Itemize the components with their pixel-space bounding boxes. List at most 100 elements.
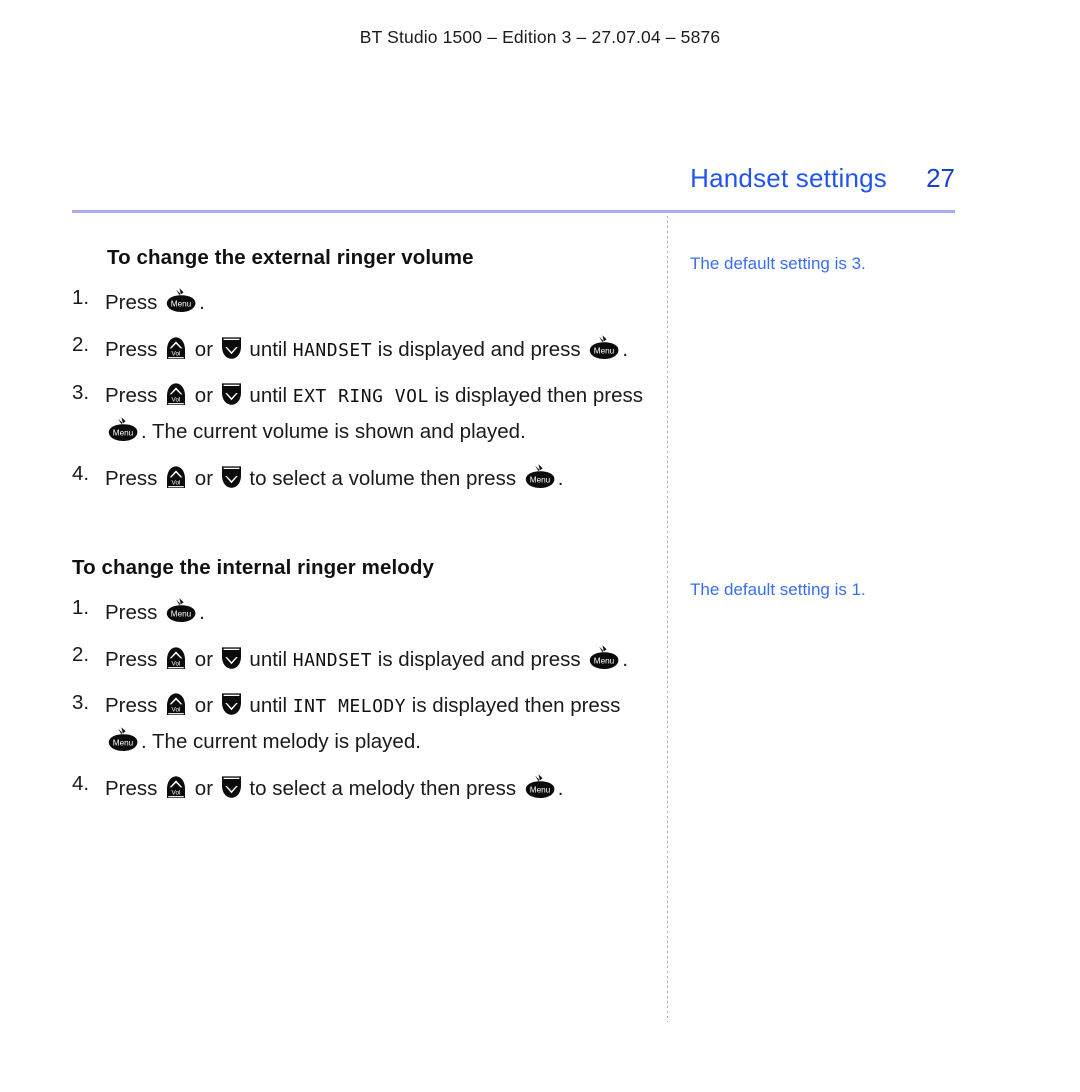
page-title: Handset settings xyxy=(690,163,887,193)
menu-key-icon[interactable]: Menu xyxy=(587,334,621,360)
step-number: 2. xyxy=(72,333,90,356)
svg-text:Vol: Vol xyxy=(172,397,181,404)
svg-text:Menu: Menu xyxy=(530,476,551,485)
svg-text:Menu: Menu xyxy=(171,610,192,619)
title-horizontal-rule xyxy=(72,210,955,213)
step-item: 3. Press Vol or until INT MELODY is displ… xyxy=(72,688,652,757)
step-number: 2. xyxy=(72,643,90,666)
step-text: to select a melody then press xyxy=(243,777,522,800)
step-number: 4. xyxy=(72,772,90,795)
svg-text:Menu: Menu xyxy=(171,300,192,309)
running-header: BT Studio 1500 – Edition 3 – 27.07.04 – … xyxy=(359,27,721,47)
step-text: or xyxy=(189,384,219,407)
step-text: Press xyxy=(105,291,164,314)
lcd-display-text: HANDSET xyxy=(292,650,373,671)
step-item: 1. Press Menu. xyxy=(72,593,652,628)
step-text: or xyxy=(189,467,219,490)
step-item: 1. Press Menu. xyxy=(72,283,652,318)
step-text: is displayed and press xyxy=(372,338,587,361)
volume-down-key-icon[interactable] xyxy=(220,336,243,360)
step-item: 3. Press Vol or until EXT RING VOL is dis… xyxy=(72,378,652,447)
step-text: . xyxy=(199,601,205,624)
menu-key-icon[interactable]: Menu xyxy=(164,597,198,623)
step-text: is displayed then press xyxy=(406,694,621,717)
step-text: . The current volume is shown and played… xyxy=(141,420,526,443)
margin-note: The default setting is 3. xyxy=(690,254,866,273)
menu-key-icon[interactable]: Menu xyxy=(164,287,198,313)
step-text: until xyxy=(243,384,293,407)
svg-text:Vol: Vol xyxy=(172,661,181,668)
step-item: 2. Press Vol or until HANDSET is displaye… xyxy=(72,330,652,366)
lcd-display-text: EXT RING VOL xyxy=(292,386,429,407)
step-text: Press xyxy=(105,648,164,671)
step-text: . The current melody is played. xyxy=(141,730,421,753)
step-text: . xyxy=(557,777,564,800)
section: To change the external ringer volume 1. Pr… xyxy=(72,246,652,494)
section-heading: To change the external ringer volume xyxy=(107,246,474,269)
lcd-display-text: HANDSET xyxy=(292,340,373,361)
menu-key-icon[interactable]: Menu xyxy=(106,726,140,752)
step-number: 4. xyxy=(72,462,90,485)
step-text: . xyxy=(622,648,629,671)
step-number: 3. xyxy=(72,381,90,404)
volume-down-key-icon[interactable] xyxy=(220,775,243,799)
svg-text:Menu: Menu xyxy=(594,657,615,666)
menu-key-icon[interactable]: Menu xyxy=(106,416,140,442)
svg-text:Menu: Menu xyxy=(113,739,134,748)
svg-text:Menu: Menu xyxy=(594,347,615,356)
margin-note: The default setting is 1. xyxy=(690,580,866,599)
svg-text:Menu: Menu xyxy=(530,786,551,795)
volume-up-key-icon[interactable]: Vol xyxy=(164,692,188,716)
step-text: . xyxy=(622,338,629,361)
step-number: 3. xyxy=(72,691,90,714)
menu-key-icon[interactable]: Menu xyxy=(587,644,621,670)
volume-down-key-icon[interactable] xyxy=(220,465,243,489)
step-text: or xyxy=(189,694,219,717)
section-heading: To change the internal ringer melody xyxy=(72,556,435,579)
step-text: is displayed and press xyxy=(372,648,587,671)
step-text: or xyxy=(189,777,219,800)
step-text: or xyxy=(189,648,219,671)
step-text: to select a volume then press xyxy=(243,467,522,490)
step-text: Press xyxy=(105,467,164,490)
page-number: 27 xyxy=(926,163,955,193)
step-text: until xyxy=(243,648,293,671)
step-text: Press xyxy=(105,384,164,407)
volume-down-key-icon[interactable] xyxy=(220,692,243,716)
step-number: 1. xyxy=(72,286,90,309)
step-text: until xyxy=(243,694,293,717)
svg-text:Vol: Vol xyxy=(172,707,181,714)
step-text: until xyxy=(243,338,293,361)
volume-up-key-icon[interactable]: Vol xyxy=(164,646,188,670)
step-list: 1. Press Menu. 2. Press Vol or until HANDSE… xyxy=(72,283,652,494)
page-title-row: Handset settings 27 xyxy=(72,163,955,194)
svg-text:Vol: Vol xyxy=(172,480,181,487)
svg-text:Vol: Vol xyxy=(172,351,181,358)
volume-up-key-icon[interactable]: Vol xyxy=(164,382,188,406)
step-item: 4. Press Vol or to select a melody then p… xyxy=(72,769,652,804)
step-list: 1. Press Menu. 2. Press Vol or until HANDSE… xyxy=(72,593,652,804)
volume-up-key-icon[interactable]: Vol xyxy=(164,775,188,799)
step-text: Press xyxy=(105,338,164,361)
step-text: Press xyxy=(105,777,164,800)
section: To change the internal ringer melody 1. Pr… xyxy=(72,556,652,804)
column-dotted-divider xyxy=(667,216,668,1022)
volume-down-key-icon[interactable] xyxy=(220,382,243,406)
step-text: Press xyxy=(105,601,164,624)
main-content-column: To change the external ringer volume 1. Pr… xyxy=(72,216,652,804)
step-number: 1. xyxy=(72,596,90,619)
volume-down-key-icon[interactable] xyxy=(220,646,243,670)
svg-text:Menu: Menu xyxy=(113,429,134,438)
volume-up-key-icon[interactable]: Vol xyxy=(164,336,188,360)
menu-key-icon[interactable]: Menu xyxy=(523,463,557,489)
menu-key-icon[interactable]: Menu xyxy=(523,773,557,799)
step-text: Press xyxy=(105,694,164,717)
step-text: . xyxy=(557,467,564,490)
step-item: 2. Press Vol or until HANDSET is displaye… xyxy=(72,640,652,676)
volume-up-key-icon[interactable]: Vol xyxy=(164,465,188,489)
step-text: or xyxy=(189,338,219,361)
lcd-display-text: INT MELODY xyxy=(292,696,407,717)
svg-text:Vol: Vol xyxy=(172,790,181,797)
step-text: is displayed then press xyxy=(428,384,644,407)
step-text: . xyxy=(199,291,205,314)
